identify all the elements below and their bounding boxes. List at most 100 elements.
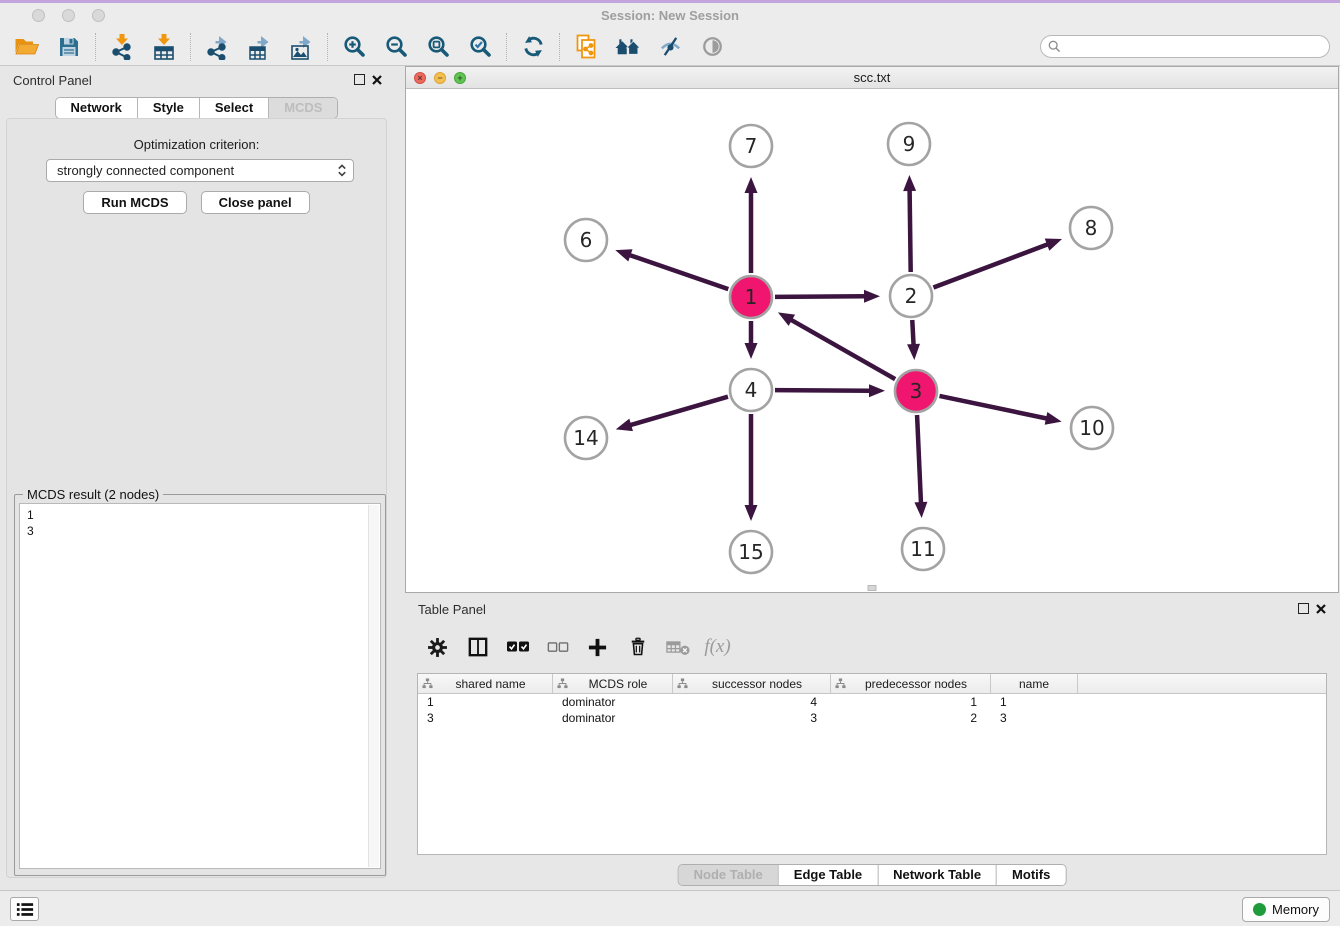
table-cell[interactable]: dominator bbox=[553, 711, 673, 725]
network-maximize-button[interactable]: + bbox=[454, 72, 466, 84]
column-header-predecessor-nodes[interactable]: predecessor nodes bbox=[831, 674, 991, 693]
mcds-tab-content: Optimization criterion: strongly connect… bbox=[6, 118, 387, 878]
graph-node-label: 14 bbox=[573, 426, 598, 450]
edge-arrowhead-icon bbox=[907, 344, 920, 360]
edge-2-3[interactable] bbox=[912, 320, 913, 346]
show-all-icon[interactable] bbox=[691, 31, 733, 63]
tab-select[interactable]: Select bbox=[199, 98, 268, 118]
column-header-mcds-role[interactable]: MCDS role bbox=[553, 674, 673, 693]
export-network-icon[interactable] bbox=[196, 31, 238, 63]
delete-table-icon[interactable] bbox=[661, 631, 694, 663]
table-cell[interactable]: 3 bbox=[991, 711, 1078, 725]
column-type-icon bbox=[677, 678, 688, 689]
minimize-window-button[interactable] bbox=[62, 9, 75, 22]
window-title: Session: New Session bbox=[0, 3, 1340, 28]
table-settings-gear-icon[interactable] bbox=[421, 631, 454, 663]
clone-network-icon[interactable] bbox=[565, 31, 607, 63]
table-cell[interactable]: dominator bbox=[553, 695, 673, 709]
home-view-icon[interactable] bbox=[607, 31, 649, 63]
table-row[interactable]: 3dominator323 bbox=[418, 710, 1326, 726]
zoom-out-icon[interactable] bbox=[375, 31, 417, 63]
create-column-plus-icon[interactable] bbox=[581, 631, 614, 663]
edge-1-6[interactable] bbox=[629, 255, 729, 289]
select-all-columns-icon[interactable] bbox=[501, 631, 534, 663]
zoom-window-button[interactable] bbox=[92, 9, 105, 22]
column-header-successor-nodes[interactable]: successor nodes bbox=[673, 674, 831, 693]
splitter-handle[interactable] bbox=[868, 585, 877, 591]
close-panel-icon[interactable] bbox=[1315, 602, 1328, 615]
close-window-button[interactable] bbox=[32, 9, 45, 22]
zoom-fit-icon[interactable] bbox=[417, 31, 459, 63]
tab-motifs[interactable]: Motifs bbox=[996, 865, 1065, 885]
open-session-icon[interactable] bbox=[6, 31, 48, 63]
function-builder-icon[interactable]: f(x) bbox=[701, 631, 734, 663]
zoom-selected-icon[interactable] bbox=[459, 31, 501, 63]
close-panel-icon[interactable] bbox=[371, 73, 384, 86]
export-table-icon[interactable] bbox=[238, 31, 280, 63]
save-session-icon[interactable] bbox=[48, 31, 90, 63]
deselect-all-columns-icon[interactable] bbox=[541, 631, 574, 663]
column-header-label: MCDS role bbox=[568, 677, 668, 691]
graph-node-label: 11 bbox=[910, 537, 935, 561]
tab-edge-table[interactable]: Edge Table bbox=[778, 865, 877, 885]
search-input[interactable] bbox=[1065, 37, 1329, 56]
zoom-in-icon[interactable] bbox=[333, 31, 375, 63]
tab-node-table[interactable]: Node Table bbox=[679, 865, 778, 885]
criterion-dropdown[interactable]: strongly connected component bbox=[46, 159, 354, 182]
table-cell[interactable]: 1 bbox=[991, 695, 1078, 709]
edge-arrowhead-icon bbox=[914, 502, 927, 518]
edge-3-10[interactable] bbox=[939, 396, 1047, 419]
edge-3-1[interactable] bbox=[790, 319, 895, 379]
show-column-panel-icon[interactable] bbox=[461, 631, 494, 663]
edge-arrowhead-icon bbox=[869, 384, 885, 397]
close-panel-button[interactable]: Close panel bbox=[201, 191, 310, 214]
mcds-result-area[interactable]: 1 3 bbox=[19, 503, 381, 869]
edge-4-3[interactable] bbox=[775, 390, 871, 391]
export-image-icon[interactable] bbox=[280, 31, 322, 63]
graph-node-label: 7 bbox=[745, 134, 758, 158]
network-window-titlebar[interactable]: × − + scc.txt bbox=[406, 67, 1338, 89]
column-header-name[interactable]: name bbox=[991, 674, 1078, 693]
edge-1-2[interactable] bbox=[775, 296, 866, 297]
import-table-icon[interactable] bbox=[143, 31, 185, 63]
import-network-icon[interactable] bbox=[101, 31, 143, 63]
edge-2-9[interactable] bbox=[910, 189, 911, 272]
graph-node-label: 2 bbox=[905, 284, 918, 308]
table-cell[interactable]: 3 bbox=[673, 711, 831, 725]
table-cell[interactable]: 1 bbox=[418, 695, 553, 709]
column-type-icon bbox=[835, 678, 846, 689]
tab-network-table[interactable]: Network Table bbox=[877, 865, 996, 885]
control-panel: Control Panel NetworkStyleSelectMCDS Opt… bbox=[0, 66, 393, 884]
memory-status-dot-icon bbox=[1253, 903, 1266, 916]
column-header-label: name bbox=[995, 677, 1073, 691]
hide-selected-icon[interactable] bbox=[649, 31, 691, 63]
memory-button[interactable]: Memory bbox=[1242, 897, 1330, 922]
network-close-button[interactable]: × bbox=[414, 72, 426, 84]
task-history-button[interactable] bbox=[10, 897, 39, 921]
table-panel-tabs: Node TableEdge TableNetwork TableMotifs bbox=[678, 864, 1067, 886]
delete-column-trash-icon[interactable] bbox=[621, 631, 654, 663]
network-minimize-button[interactable]: − bbox=[434, 72, 446, 84]
edge-2-8[interactable] bbox=[933, 244, 1048, 288]
apply-layout-icon[interactable] bbox=[512, 31, 554, 63]
table-row[interactable]: 1dominator411 bbox=[418, 694, 1326, 710]
tab-mcds[interactable]: MCDS bbox=[268, 98, 337, 118]
graph-node-label: 4 bbox=[745, 378, 758, 402]
edge-4-14[interactable] bbox=[629, 397, 728, 426]
tab-network[interactable]: Network bbox=[56, 98, 137, 118]
tab-style[interactable]: Style bbox=[137, 98, 199, 118]
network-canvas[interactable]: 7968124310141511 bbox=[406, 89, 1338, 592]
float-panel-icon[interactable] bbox=[354, 74, 365, 85]
table-cell[interactable]: 1 bbox=[831, 695, 991, 709]
table-cell[interactable]: 2 bbox=[831, 711, 991, 725]
float-panel-icon[interactable] bbox=[1298, 603, 1309, 614]
dropdown-stepper-icon bbox=[337, 163, 347, 178]
search-field[interactable] bbox=[1040, 35, 1330, 58]
table-cell[interactable]: 4 bbox=[673, 695, 831, 709]
table-cell[interactable]: 3 bbox=[418, 711, 553, 725]
control-panel-header: Control Panel bbox=[0, 66, 393, 94]
edge-3-11[interactable] bbox=[917, 415, 921, 504]
run-mcds-button[interactable]: Run MCDS bbox=[83, 191, 186, 214]
column-header-shared-name[interactable]: shared name bbox=[418, 674, 553, 693]
result-scrollbar[interactable] bbox=[368, 505, 379, 867]
